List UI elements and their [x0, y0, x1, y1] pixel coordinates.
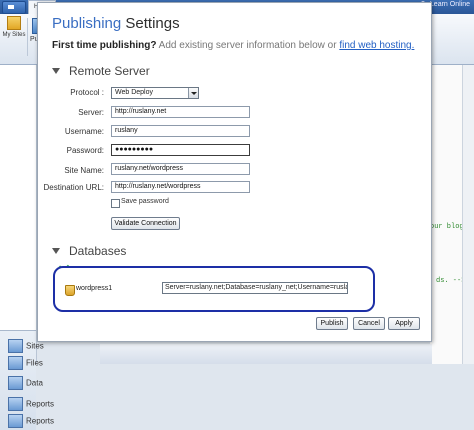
connection-string-input[interactable]: Server=ruslany.net;Database=ruslany_net;… [162, 282, 348, 294]
code-line: ds. --> [436, 277, 466, 285]
workspace-nav: Sites Files Data Reports Reports [0, 330, 54, 430]
database-name: wordpress1 [76, 285, 113, 292]
databases-section-toggle[interactable]: Databases [52, 243, 126, 258]
my-sites-label: My Sites [2, 32, 26, 38]
editor-scrollbar[interactable] [462, 65, 474, 364]
reports-icon [8, 397, 23, 411]
cancel-button[interactable]: Cancel [353, 317, 385, 330]
find-web-hosting-link[interactable]: find web hosting. [339, 40, 414, 51]
bottom-bar [100, 344, 432, 364]
collapse-arrow-icon [52, 247, 60, 254]
validate-connection-button[interactable]: Validate Connection [111, 217, 180, 230]
server-input[interactable]: http://ruslany.net [111, 106, 250, 118]
save-password-checkbox[interactable] [111, 199, 120, 208]
reports-icon [8, 414, 23, 428]
database-list: wordpress1 Server=ruslany.net;Database=r… [53, 266, 375, 312]
files-icon [8, 356, 23, 370]
destination-url-input[interactable]: http://ruslany.net/wordpress [111, 181, 250, 193]
ribbon-separator [27, 18, 28, 56]
apply-button[interactable]: Apply [388, 317, 420, 330]
server-label: Server: [78, 108, 104, 117]
password-input[interactable]: ●●●●●●●●● [111, 144, 250, 156]
publishing-settings-dialog: Publishing Settings First time publishin… [37, 2, 432, 342]
save-password-label[interactable]: Save password [121, 198, 169, 205]
nav-reports-2[interactable]: Reports [8, 414, 68, 429]
publish-button[interactable]: Publish [316, 317, 348, 330]
my-sites-icon [7, 16, 21, 30]
learn-online-link[interactable]: Learn Online [430, 1, 470, 8]
dialog-title: Publishing Settings [52, 15, 180, 32]
collapse-arrow-icon [52, 67, 60, 74]
site-name-input[interactable]: ruslany.net/wordpress [111, 163, 250, 175]
destination-url-label: Destination URL: [43, 183, 104, 192]
username-label: Username: [64, 127, 104, 136]
database-icon [8, 376, 23, 390]
site-name-label: Site Name: [64, 166, 104, 175]
app-menu-button[interactable] [2, 1, 26, 14]
nav-databases[interactable]: Data [8, 376, 68, 391]
remote-server-section-toggle[interactable]: Remote Server [52, 63, 150, 78]
password-label: Password: [66, 146, 104, 155]
database-icon [65, 285, 75, 296]
dropdown-arrow-icon[interactable] [188, 88, 198, 98]
intro-text: First time publishing? Add existing serv… [52, 40, 415, 51]
protocol-select[interactable]: Web Deploy [111, 87, 199, 99]
my-sites-button[interactable]: My Sites [2, 16, 26, 39]
protocol-label: Protocol : [70, 88, 104, 97]
nav-reports[interactable]: Reports [8, 397, 68, 412]
sites-icon [8, 339, 23, 353]
username-input[interactable]: ruslany [111, 125, 250, 137]
